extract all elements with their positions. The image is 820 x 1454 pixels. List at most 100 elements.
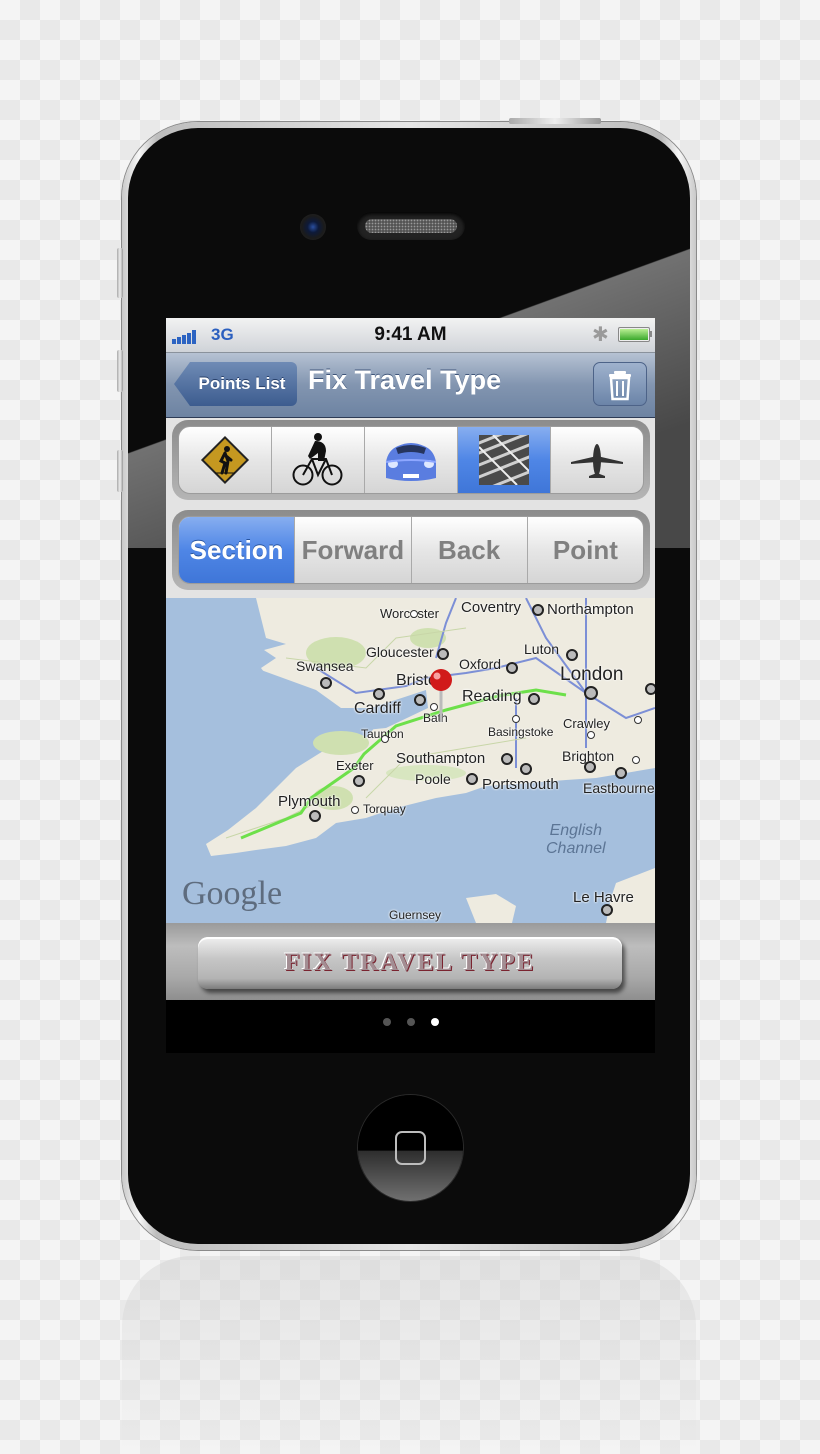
map-view[interactable]: Worcester Coventry Northampton Glouceste… bbox=[166, 598, 655, 923]
travel-type-segments bbox=[178, 426, 644, 494]
tab-point-label: Point bbox=[552, 534, 618, 565]
travel-type-control bbox=[172, 420, 650, 500]
home-button[interactable] bbox=[358, 1095, 463, 1201]
city-label: Basingstoke bbox=[488, 725, 554, 739]
city-label: London bbox=[560, 664, 624, 685]
city-label: Cardiff bbox=[354, 700, 401, 717]
travel-type-cycle[interactable] bbox=[272, 427, 365, 493]
screen: 3G 9:41 AM ✱ Points List Fix Travel Type bbox=[166, 318, 655, 1053]
tab-back[interactable]: Back bbox=[412, 517, 528, 583]
tab-forward[interactable]: Forward bbox=[295, 517, 412, 583]
tab-point[interactable]: Point bbox=[528, 517, 643, 583]
city-marker bbox=[532, 604, 544, 616]
city-label: Northampton bbox=[547, 601, 634, 618]
city-marker bbox=[645, 683, 655, 695]
city-marker bbox=[584, 686, 598, 700]
city-label: Reading bbox=[462, 688, 522, 705]
tab-back-label: Back bbox=[438, 534, 501, 565]
page-title: Fix Travel Type bbox=[308, 365, 502, 395]
trash-icon bbox=[609, 371, 631, 401]
city-marker bbox=[512, 715, 520, 723]
city-label: Gloucester bbox=[366, 644, 434, 660]
city-label: Poole bbox=[415, 771, 451, 787]
city-marker bbox=[353, 775, 365, 787]
airplane-icon bbox=[571, 444, 623, 478]
city-marker bbox=[601, 904, 613, 916]
earpiece-speaker bbox=[357, 212, 465, 240]
content-area: Section Forward Back Point Coventry Nort… bbox=[166, 418, 655, 1000]
sea-label-line-1: English bbox=[549, 822, 603, 839]
city-marker bbox=[615, 767, 627, 779]
rail-track-icon bbox=[479, 435, 529, 485]
page-dot-current[interactable] bbox=[430, 1018, 439, 1026]
city-label: Torquay bbox=[363, 802, 406, 816]
phone-reflection bbox=[122, 1256, 696, 1454]
city-marker bbox=[437, 648, 449, 660]
tab-section[interactable]: Section bbox=[179, 517, 296, 583]
front-camera bbox=[300, 214, 326, 240]
car-icon bbox=[385, 443, 437, 481]
city-marker bbox=[634, 716, 642, 724]
city-marker bbox=[587, 731, 595, 739]
city-label: Southampton bbox=[396, 750, 486, 767]
city-marker bbox=[414, 694, 426, 706]
city-marker bbox=[506, 662, 518, 674]
city-label: Eastbourne bbox=[583, 780, 655, 796]
city-marker bbox=[501, 753, 513, 765]
city-label: Portsmouth bbox=[482, 776, 559, 793]
delete-button[interactable] bbox=[593, 362, 647, 406]
fix-travel-type-label: FIX TRAVEL TYPE bbox=[284, 949, 536, 976]
battery-level bbox=[620, 329, 648, 340]
volume-up-button bbox=[117, 350, 123, 392]
city-marker bbox=[351, 806, 359, 814]
tab-section-label: Section bbox=[189, 534, 284, 565]
scope-segments: Section Forward Back Point bbox=[178, 516, 644, 584]
city-label: Le Havre bbox=[573, 889, 634, 906]
tab-forward-label: Forward bbox=[301, 534, 405, 565]
city-marker bbox=[373, 688, 385, 700]
navigation-bar: Points List Fix Travel Type bbox=[166, 353, 655, 418]
mute-switch bbox=[117, 248, 123, 298]
travel-type-rail[interactable] bbox=[458, 427, 551, 493]
back-button-label: Points List bbox=[198, 374, 286, 393]
bluetooth-icon: ✱ bbox=[592, 324, 609, 346]
volume-down-button bbox=[117, 450, 123, 492]
travel-type-walk[interactable] bbox=[179, 427, 272, 493]
page-dot[interactable] bbox=[406, 1018, 415, 1026]
travel-type-car[interactable] bbox=[365, 427, 458, 493]
city-marker bbox=[410, 610, 418, 618]
cyclist-icon bbox=[292, 433, 343, 486]
city-label: Luton bbox=[524, 641, 560, 657]
page-dot[interactable] bbox=[382, 1018, 391, 1026]
fix-travel-type-button[interactable]: FIX TRAVEL TYPE bbox=[198, 937, 622, 989]
city-marker bbox=[520, 763, 532, 775]
action-bar: FIX TRAVEL TYPE bbox=[166, 923, 655, 1000]
page-indicator[interactable] bbox=[166, 1018, 655, 1026]
back-button-points-list[interactable]: Points List bbox=[174, 362, 297, 406]
city-marker bbox=[566, 649, 578, 661]
scope-control: Section Forward Back Point bbox=[172, 510, 650, 590]
city-label: Exeter bbox=[336, 758, 374, 773]
city-marker bbox=[381, 735, 389, 743]
city-marker bbox=[584, 761, 596, 773]
city-label: Crawley bbox=[563, 716, 610, 731]
city-label: Guernsey bbox=[389, 908, 442, 922]
city-marker bbox=[320, 677, 332, 689]
city-marker bbox=[528, 693, 540, 705]
google-logo: Google bbox=[182, 875, 283, 912]
speaker-grill bbox=[365, 219, 457, 233]
city-label: Oxford bbox=[459, 656, 502, 672]
sea-label: English Channel bbox=[546, 822, 606, 858]
battery-tip bbox=[649, 331, 652, 337]
city-marker bbox=[309, 810, 321, 822]
city-label: Coventry bbox=[461, 599, 522, 616]
sea-label-line-2: Channel bbox=[546, 840, 606, 857]
city-marker bbox=[632, 756, 640, 764]
travel-type-plane[interactable] bbox=[551, 427, 643, 493]
pedestrian-sign-icon bbox=[200, 435, 250, 485]
map-pin-icon[interactable] bbox=[428, 668, 458, 724]
status-bar: 3G 9:41 AM ✱ bbox=[166, 318, 655, 353]
battery-icon bbox=[618, 327, 650, 342]
power-button bbox=[509, 118, 601, 124]
city-label: Plymouth bbox=[278, 793, 341, 810]
